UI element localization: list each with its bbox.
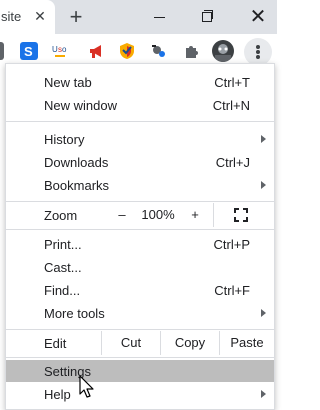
- puzzle-icon[interactable]: [183, 42, 201, 60]
- menu-separator: [6, 121, 274, 122]
- avatar[interactable]: [212, 40, 234, 62]
- menu-item-print[interactable]: Print... Ctrl+P: [6, 233, 274, 255]
- text-extension-icon[interactable]: Uso: [52, 42, 70, 60]
- shortcut-label: Ctrl+N: [212, 98, 250, 113]
- menu-item-history[interactable]: History: [6, 128, 274, 150]
- shortcut-label: Ctrl+J: [215, 155, 250, 170]
- more-options-icon[interactable]: [244, 38, 272, 66]
- menu-separator: [6, 357, 274, 358]
- fullscreen-icon[interactable]: [234, 208, 248, 222]
- zoom-label: Zoom: [44, 208, 78, 223]
- mouse-cursor-icon: [74, 374, 98, 404]
- tab-title: site p: [1, 9, 25, 24]
- shield-icon[interactable]: [118, 42, 136, 60]
- tab-close-icon[interactable]: ✕: [31, 7, 49, 25]
- menu-separator: [6, 201, 274, 202]
- new-tab-icon[interactable]: +: [64, 5, 88, 29]
- menu-separator: [6, 229, 274, 230]
- menu-item-label: New window: [44, 98, 117, 113]
- shortcut-label: Ctrl+P: [213, 237, 250, 252]
- cut-button[interactable]: Cut: [102, 331, 160, 355]
- svg-text:S: S: [24, 44, 33, 59]
- megaphone-icon[interactable]: [88, 42, 106, 60]
- edit-label: Edit: [44, 336, 67, 351]
- chrome-menu: New tab Ctrl+T New window Ctrl+N History…: [5, 63, 275, 410]
- window-close-icon[interactable]: ✕: [246, 5, 270, 29]
- tab-strip: site p ✕ + ✕: [0, 0, 277, 34]
- menu-item-label: Print...: [44, 237, 82, 252]
- menu-item-more-tools[interactable]: More tools: [6, 302, 274, 324]
- shortcut-label: Ctrl+T: [214, 75, 250, 90]
- menu-item-label: Cast...: [44, 260, 82, 275]
- menu-item-label: Find...: [44, 283, 81, 298]
- shortcut-label: Ctrl+F: [214, 283, 250, 298]
- submenu-arrow-icon: [261, 309, 266, 317]
- zoom-out-button[interactable]: –: [108, 203, 136, 227]
- menu-item-label: Help: [44, 387, 71, 402]
- menu-item-downloads[interactable]: Downloads Ctrl+J: [6, 151, 274, 173]
- restore-icon[interactable]: [197, 7, 217, 27]
- zoom-divider: [213, 203, 214, 227]
- menu-item-find[interactable]: Find... Ctrl+F: [6, 279, 274, 301]
- s-extension-icon[interactable]: S: [20, 42, 38, 60]
- menu-item-bookmarks[interactable]: Bookmarks: [6, 174, 274, 196]
- copy-button[interactable]: Copy: [161, 331, 219, 355]
- zoom-row: Zoom – 100% +: [6, 203, 274, 227]
- menu-item-label: New tab: [44, 75, 92, 90]
- menu-item-label: More tools: [44, 306, 105, 321]
- menu-item-help[interactable]: Help: [6, 383, 274, 405]
- menu-item-new-tab[interactable]: New tab Ctrl+T: [6, 71, 274, 93]
- menu-item-new-window[interactable]: New window Ctrl+N: [6, 94, 274, 116]
- menu-item-cast[interactable]: Cast...: [6, 256, 274, 278]
- edit-row: Edit Cut Copy Paste: [6, 331, 274, 355]
- zoom-value: 100%: [141, 207, 175, 222]
- partial-extension-icon[interactable]: [0, 42, 4, 60]
- svg-text:o: o: [62, 45, 67, 54]
- menu-item-settings[interactable]: Settings: [6, 360, 274, 382]
- paste-button[interactable]: Paste: [220, 331, 274, 355]
- menu-separator: [6, 329, 274, 330]
- menu-item-label: Bookmarks: [44, 178, 110, 193]
- menu-item-label: History: [44, 132, 85, 147]
- browser-tab[interactable]: site p ✕: [0, 0, 55, 34]
- bug-icon[interactable]: [150, 42, 168, 60]
- menu-item-label: Downloads: [44, 155, 109, 170]
- submenu-arrow-icon: [261, 181, 266, 189]
- submenu-arrow-icon: [261, 135, 266, 143]
- zoom-in-button[interactable]: +: [181, 203, 209, 227]
- submenu-arrow-icon: [261, 390, 266, 398]
- minimize-icon[interactable]: [150, 7, 170, 27]
